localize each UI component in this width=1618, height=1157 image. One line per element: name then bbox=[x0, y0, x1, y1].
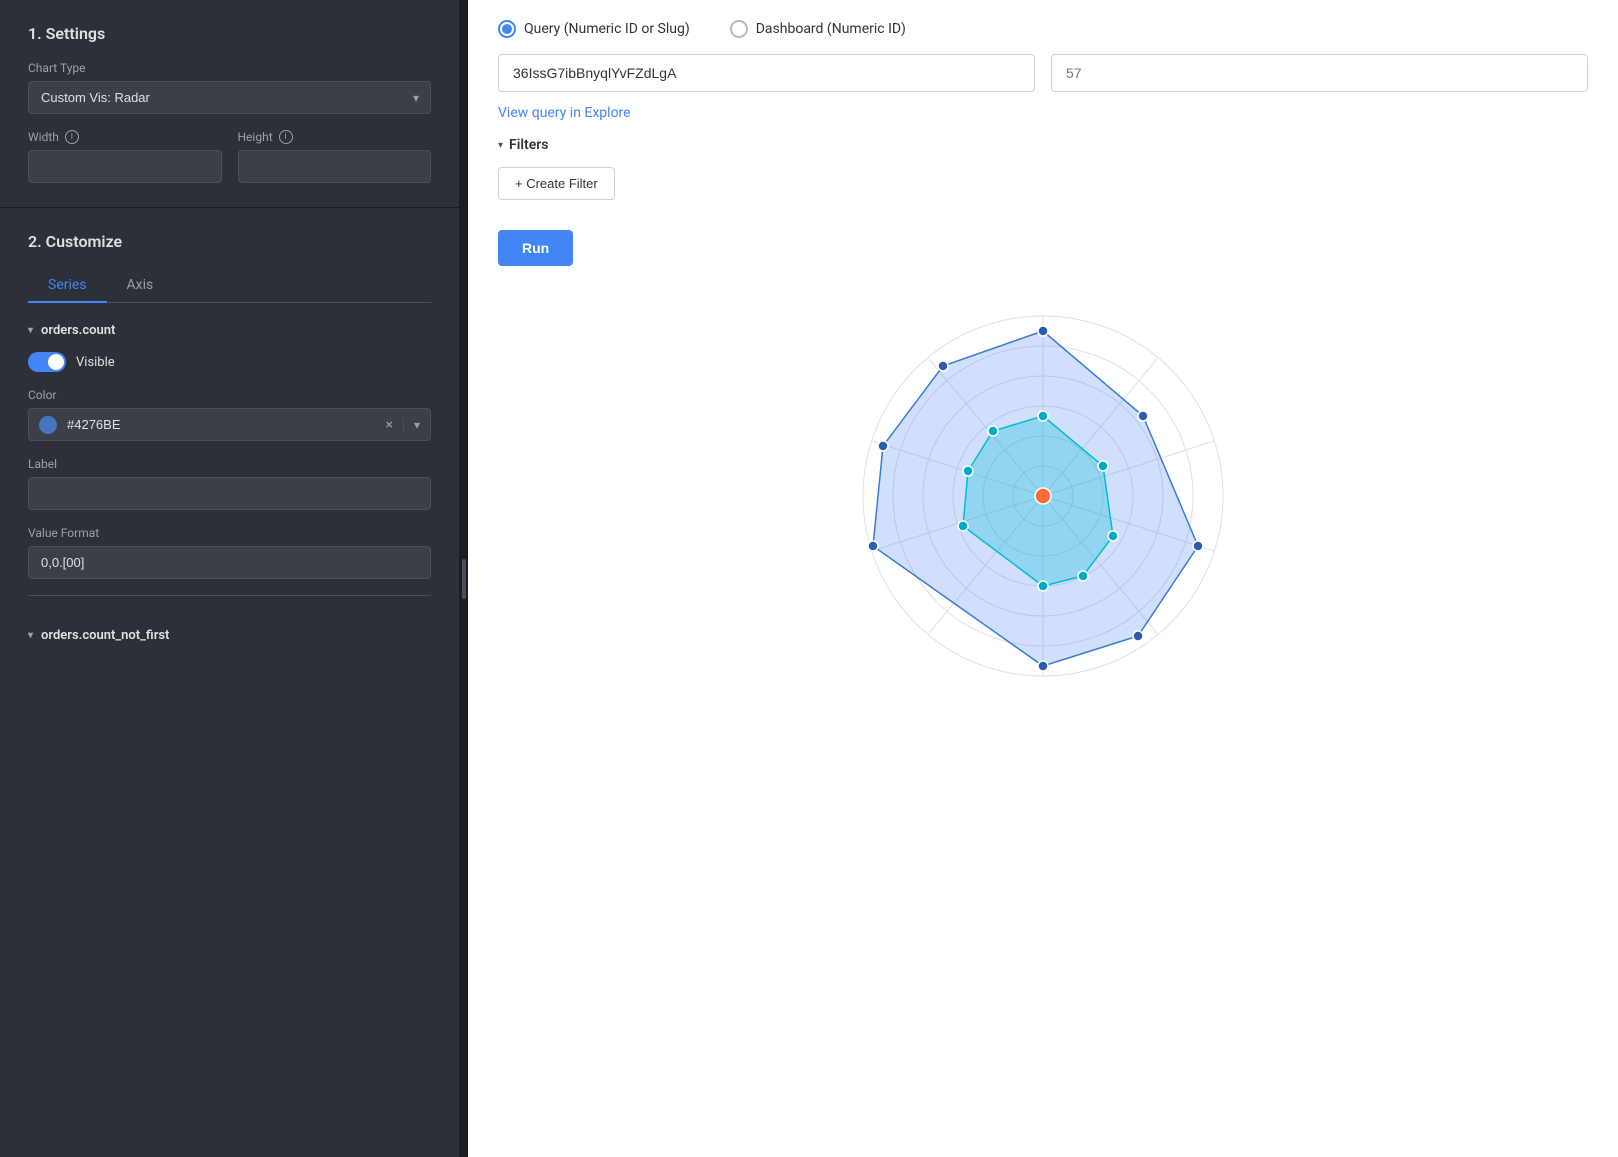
color-dropdown-icon[interactable]: ▾ bbox=[403, 418, 430, 432]
series2-name: orders.count_not_first bbox=[41, 628, 169, 643]
view-explore-link[interactable]: View query in Explore bbox=[498, 105, 631, 121]
customize-tabs: Series Axis bbox=[28, 269, 431, 303]
settings-section: 1. Settings Chart Type Custom Vis: Radar… bbox=[0, 0, 459, 208]
series2-chevron-icon: ▾ bbox=[28, 630, 33, 641]
filters-title: Filters bbox=[509, 137, 548, 153]
value-format-input[interactable] bbox=[28, 546, 431, 579]
series-orders-count: ▾ orders.count Visible Color × ▾ Label V… bbox=[28, 323, 431, 579]
dashboard-radio-label: Dashboard (Numeric ID) bbox=[756, 21, 906, 37]
create-filter-button[interactable]: + Create Filter bbox=[498, 167, 615, 200]
chart-type-select[interactable]: Custom Vis: Radar bbox=[28, 81, 431, 114]
height-group: Height i bbox=[238, 130, 432, 183]
filters-chevron-icon: ▾ bbox=[498, 140, 503, 151]
query-id-input[interactable] bbox=[498, 54, 1035, 92]
label-input[interactable] bbox=[28, 477, 431, 510]
color-value-input[interactable] bbox=[57, 409, 375, 440]
visible-label: Visible bbox=[76, 355, 115, 370]
chart-type-wrapper: Custom Vis: Radar ▾ bbox=[28, 81, 431, 114]
query-radio-icon[interactable] bbox=[498, 20, 516, 38]
series-chevron-icon: ▾ bbox=[28, 325, 33, 336]
label-field-label: Label bbox=[28, 457, 431, 471]
color-input-wrapper: × ▾ bbox=[28, 408, 431, 441]
chart-type-label: Chart Type bbox=[28, 61, 431, 75]
height-info-icon[interactable]: i bbox=[279, 130, 293, 144]
query-input-row bbox=[498, 54, 1588, 92]
radar-chart bbox=[803, 286, 1283, 706]
dashboard-id-input[interactable] bbox=[1051, 54, 1588, 92]
settings-title: 1. Settings bbox=[28, 24, 431, 43]
visible-toggle[interactable] bbox=[28, 352, 66, 372]
width-input[interactable] bbox=[28, 150, 222, 183]
dashboard-radio-icon[interactable] bbox=[730, 20, 748, 38]
run-button[interactable]: Run bbox=[498, 230, 573, 266]
width-label-row: Width i bbox=[28, 130, 222, 144]
color-label: Color bbox=[28, 388, 431, 402]
color-swatch[interactable] bbox=[39, 416, 57, 434]
chart-area bbox=[498, 266, 1588, 726]
tab-axis[interactable]: Axis bbox=[107, 269, 174, 303]
panel-divider bbox=[460, 0, 468, 1157]
series-orders-count-not-first-header[interactable]: ▾ orders.count_not_first bbox=[28, 612, 431, 651]
customize-title: 2. Customize bbox=[28, 232, 431, 251]
query-radio-option[interactable]: Query (Numeric ID or Slug) bbox=[498, 20, 690, 38]
color-clear-icon[interactable]: × bbox=[375, 417, 402, 433]
height-label-row: Height i bbox=[238, 130, 432, 144]
drag-handle[interactable] bbox=[462, 559, 466, 599]
dimensions-row: Width i Height i bbox=[28, 130, 431, 183]
query-radio-label: Query (Numeric ID or Slug) bbox=[524, 21, 690, 37]
visible-row: Visible bbox=[28, 352, 431, 372]
right-panel-inner: Query (Numeric ID or Slug) Dashboard (Nu… bbox=[468, 0, 1618, 1157]
filters-header[interactable]: ▾ Filters bbox=[498, 137, 1588, 153]
left-panel: 1. Settings Chart Type Custom Vis: Radar… bbox=[0, 0, 460, 1157]
series-name: orders.count bbox=[41, 323, 115, 338]
customize-section: 2. Customize Series Axis ▾ orders.count … bbox=[0, 208, 459, 1157]
radio-row: Query (Numeric ID or Slug) Dashboard (Nu… bbox=[498, 20, 1588, 38]
filters-section: ▾ Filters + Create Filter bbox=[498, 137, 1588, 200]
series-divider bbox=[28, 595, 431, 596]
right-panel: Query (Numeric ID or Slug) Dashboard (Nu… bbox=[468, 0, 1618, 1157]
dashboard-radio-option[interactable]: Dashboard (Numeric ID) bbox=[730, 20, 906, 38]
width-group: Width i bbox=[28, 130, 222, 183]
width-info-icon[interactable]: i bbox=[65, 130, 79, 144]
series-orders-count-header[interactable]: ▾ orders.count bbox=[28, 323, 431, 338]
height-input[interactable] bbox=[238, 150, 432, 183]
value-format-label: Value Format bbox=[28, 526, 431, 540]
tab-series[interactable]: Series bbox=[28, 269, 107, 303]
